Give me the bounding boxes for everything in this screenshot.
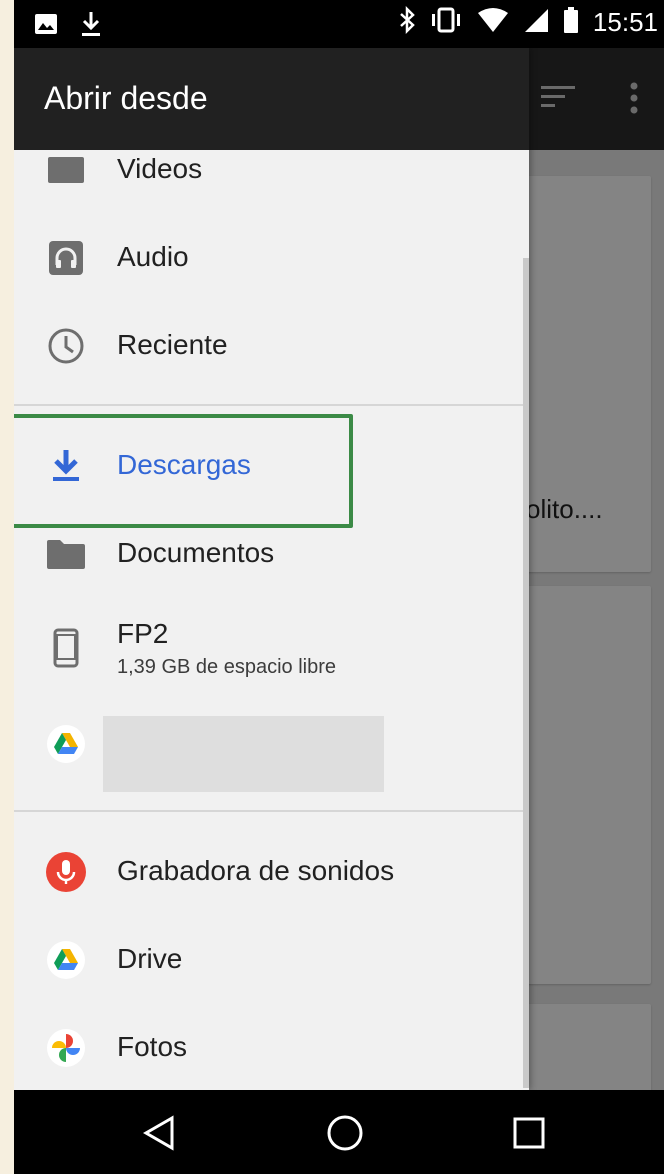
- drawer-item-photos[interactable]: Fotos: [14, 1004, 523, 1090]
- download-notification-icon: [80, 10, 102, 43]
- recents-icon[interactable]: [506, 1110, 552, 1156]
- drawer-item-label: Documentos: [117, 537, 275, 568]
- drawer-scrollbar[interactable]: [523, 258, 529, 1088]
- system-navigation-bar: [14, 1090, 664, 1174]
- drawer-item-recent[interactable]: Reciente: [14, 302, 523, 390]
- drive-icon: [44, 938, 88, 982]
- photos-pinwheel-icon: [44, 1026, 88, 1070]
- drawer-item-drive[interactable]: Drive: [14, 916, 523, 1004]
- screen: 15:51 olito.... Abrir desde Videos: [14, 0, 664, 1174]
- image-notification-icon: [34, 13, 58, 40]
- drawer-title: Abrir desde: [44, 80, 208, 116]
- phone-icon: [44, 626, 88, 670]
- video-icon: [44, 148, 88, 192]
- drawer-item-label: Drive: [117, 943, 183, 974]
- back-icon[interactable]: [136, 1110, 182, 1156]
- drawer-item-device-fp2[interactable]: FP2 1,39 GB de espacio libre: [14, 598, 523, 702]
- signal-icon: [523, 7, 549, 38]
- vibrate-icon: [429, 7, 463, 38]
- drawer-item-label: Grabadora de sonidos: [117, 855, 395, 886]
- drawer-item-sound-recorder[interactable]: Grabadora de sonidos: [14, 828, 523, 916]
- drawer-item-label: Reciente: [117, 329, 228, 360]
- drawer-item-audio[interactable]: Audio: [14, 214, 523, 302]
- microphone-icon: [44, 850, 88, 894]
- drive-icon: [44, 722, 88, 766]
- wifi-icon: [477, 7, 509, 38]
- status-bar: 15:51: [14, 0, 664, 48]
- audio-icon: [44, 236, 88, 280]
- redacted-account-name: [103, 716, 384, 792]
- bluetooth-icon: [399, 5, 415, 39]
- navigation-drawer: Abrir desde Videos Abrir desde Audio Rec…: [14, 48, 529, 1090]
- drawer-item-label: Videos: [117, 153, 203, 184]
- folder-icon: [44, 532, 88, 576]
- drawer-item-label: Audio: [117, 241, 189, 272]
- clock-time: 15:51: [592, 7, 658, 37]
- battery-icon: [563, 6, 579, 39]
- highlight-box: [14, 414, 353, 528]
- divider: [14, 404, 523, 406]
- drawer-item-label: Fotos: [117, 1031, 188, 1062]
- clock-icon: [44, 324, 88, 368]
- drawer-header-overlay: Abrir desde: [14, 48, 529, 150]
- drawer-item-label: FP2: [117, 618, 169, 649]
- divider: [14, 810, 523, 812]
- home-icon[interactable]: [322, 1110, 368, 1156]
- drawer-item-sublabel: 1,39 GB de espacio libre: [117, 656, 337, 678]
